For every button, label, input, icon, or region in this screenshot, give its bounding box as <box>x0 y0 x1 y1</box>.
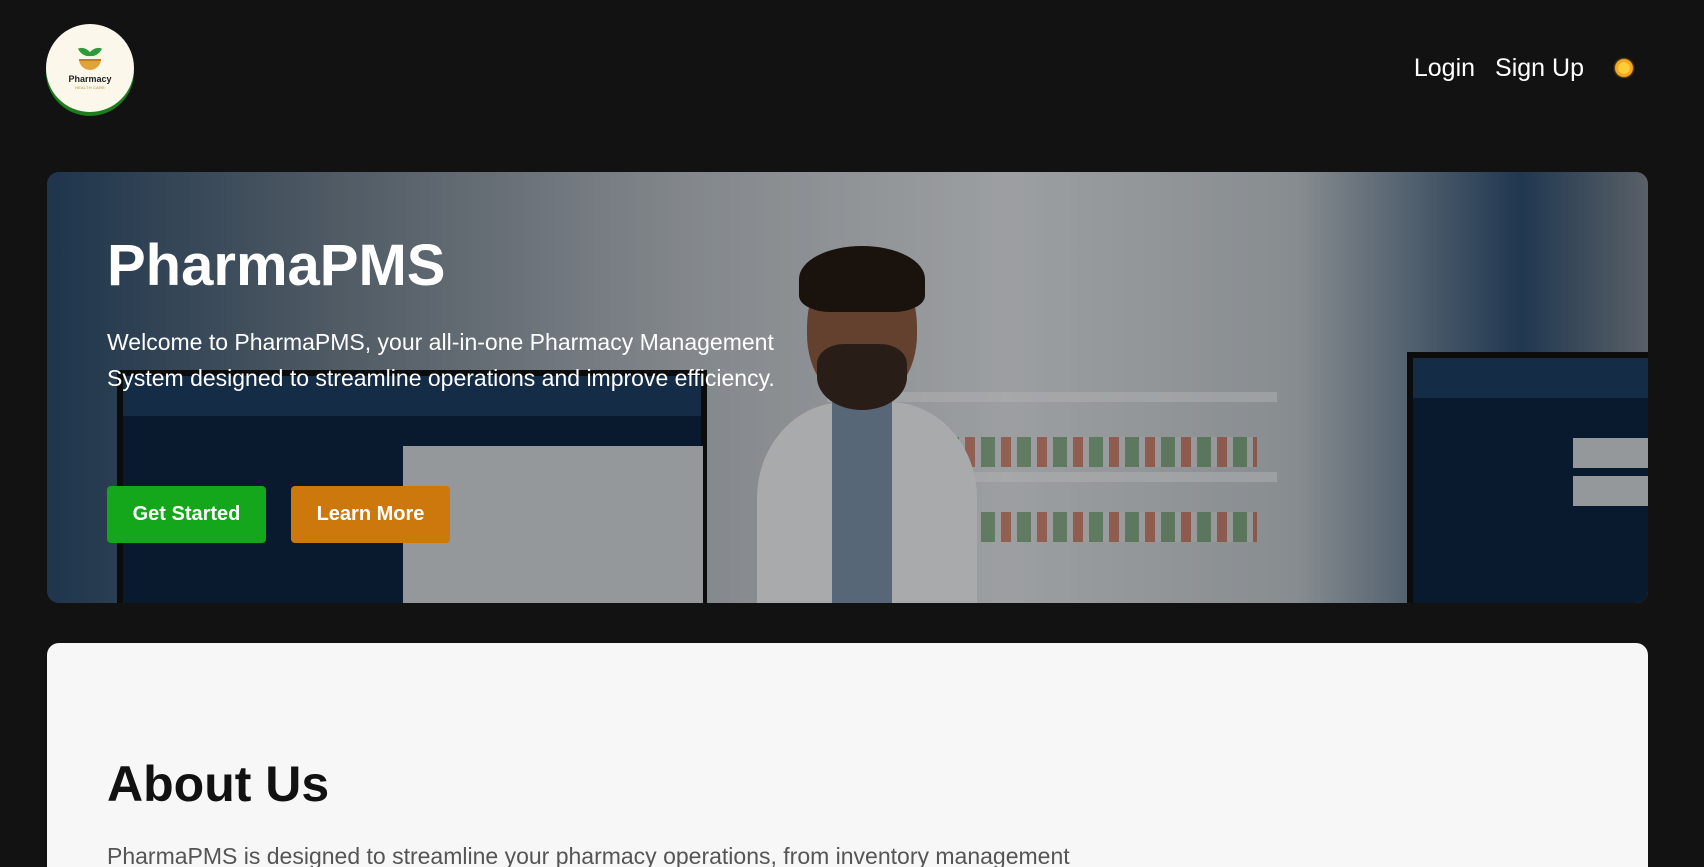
about-section: About Us PharmaPMS is designed to stream… <box>47 643 1648 867</box>
signup-link[interactable]: Sign Up <box>1495 54 1584 83</box>
sun-icon <box>1615 59 1633 77</box>
mortar-bowl-icon <box>79 59 101 70</box>
hero-buttons: Get Started Learn More <box>107 486 450 543</box>
hero-description: Welcome to PharmaPMS, your all-in-one Ph… <box>107 328 775 391</box>
hero-banner: PharmaPMS Welcome to PharmaPMS, your all… <box>47 172 1648 603</box>
leaf-icon <box>80 46 100 58</box>
hero-title: PharmaPMS <box>107 233 446 298</box>
navbar: Pharmacy HEALTH CARE Login Sign Up <box>0 0 1704 150</box>
hero-content: PharmaPMS Welcome to PharmaPMS, your all… <box>107 234 867 396</box>
learn-more-button[interactable]: Learn More <box>291 486 450 543</box>
logo-text: Pharmacy <box>68 74 112 84</box>
about-title: About Us <box>107 756 330 812</box>
theme-toggle-button[interactable] <box>1614 58 1634 78</box>
about-text: PharmaPMS is designed to streamline your… <box>107 843 1070 867</box>
logo-subtext: HEALTH CARE <box>75 85 105 90</box>
nav-links: Login Sign Up <box>1414 54 1584 83</box>
login-link[interactable]: Login <box>1414 54 1475 83</box>
pharmacy-logo[interactable]: Pharmacy HEALTH CARE <box>46 24 134 112</box>
get-started-button[interactable]: Get Started <box>107 486 266 543</box>
